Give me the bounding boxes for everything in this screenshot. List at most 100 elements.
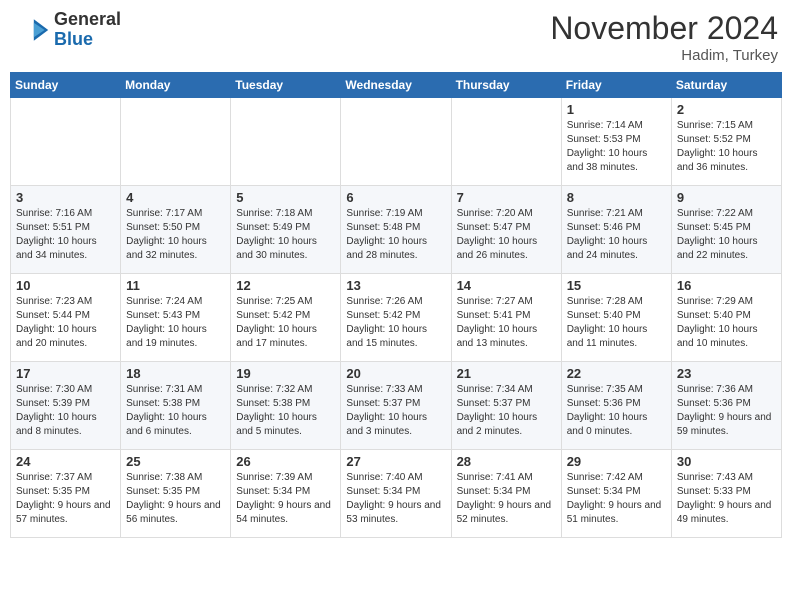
day-info: Sunrise: 7:22 AM Sunset: 5:45 PM Dayligh… bbox=[677, 207, 776, 263]
day-number: 20 bbox=[346, 366, 445, 381]
calendar-cell: 22Sunrise: 7:35 AM Sunset: 5:36 PM Dayli… bbox=[561, 362, 671, 450]
day-number: 25 bbox=[126, 454, 225, 469]
weekday-header-row: SundayMondayTuesdayWednesdayThursdayFrid… bbox=[11, 73, 782, 98]
day-info: Sunrise: 7:30 AM Sunset: 5:39 PM Dayligh… bbox=[16, 383, 115, 439]
day-info: Sunrise: 7:36 AM Sunset: 5:36 PM Dayligh… bbox=[677, 383, 776, 439]
day-number: 13 bbox=[346, 278, 445, 293]
calendar-cell: 3Sunrise: 7:16 AM Sunset: 5:51 PM Daylig… bbox=[11, 186, 121, 274]
calendar-cell bbox=[231, 98, 341, 186]
calendar-cell: 19 Sunrise: 7:32 AM Sunset: 5:38 PM Dayli… bbox=[231, 362, 341, 450]
calendar-cell: 2 Sunrise: 7:15 AM Sunset: 5:52 PM Daylig… bbox=[671, 98, 781, 186]
calendar-cell: 18 Sunrise: 7:31 AM Sunset: 5:38 PM Dayli… bbox=[121, 362, 231, 450]
weekday-header: Thursday bbox=[451, 73, 561, 98]
day-number: 22 bbox=[567, 366, 666, 381]
calendar-week-row: 1Sunrise: 7:14 AM Sunset: 5:53 PM Daylig… bbox=[11, 98, 782, 186]
calendar-cell bbox=[11, 98, 121, 186]
day-number: 6 bbox=[346, 190, 445, 205]
weekday-header: Wednesday bbox=[341, 73, 451, 98]
day-number: 4 bbox=[126, 190, 225, 205]
day-number: 26 bbox=[236, 454, 335, 469]
calendar-cell: 11 Sunrise: 7:24 AM Sunset: 5:43 PM Dayli… bbox=[121, 274, 231, 362]
calendar-cell: 28 Sunrise: 7:41 AM Sunset: 5:34 PM Dayli… bbox=[451, 450, 561, 538]
calendar-cell: 9 Sunrise: 7:22 AM Sunset: 5:45 PM Daylig… bbox=[671, 186, 781, 274]
day-info: Sunrise: 7:24 AM Sunset: 5:43 PM Dayligh… bbox=[126, 295, 225, 351]
day-info: Sunrise: 7:34 AM Sunset: 5:37 PM Dayligh… bbox=[457, 383, 556, 439]
day-info: Sunrise: 7:40 AM Sunset: 5:34 PM Dayligh… bbox=[346, 471, 445, 527]
calendar-cell: 14Sunrise: 7:27 AM Sunset: 5:41 PM Dayli… bbox=[451, 274, 561, 362]
day-number: 2 bbox=[677, 102, 776, 117]
calendar-cell: 13 Sunrise: 7:26 AM Sunset: 5:42 PM Dayli… bbox=[341, 274, 451, 362]
day-info: Sunrise: 7:32 AM Sunset: 5:38 PM Dayligh… bbox=[236, 383, 335, 439]
day-info: Sunrise: 7:18 AM Sunset: 5:49 PM Dayligh… bbox=[236, 207, 335, 263]
weekday-header: Sunday bbox=[11, 73, 121, 98]
weekday-header: Tuesday bbox=[231, 73, 341, 98]
calendar-cell: 7 Sunrise: 7:20 AM Sunset: 5:47 PM Daylig… bbox=[451, 186, 561, 274]
day-number: 19 bbox=[236, 366, 335, 381]
day-info: Sunrise: 7:42 AM Sunset: 5:34 PM Dayligh… bbox=[567, 471, 666, 527]
calendar-cell bbox=[451, 98, 561, 186]
calendar-cell bbox=[121, 98, 231, 186]
calendar-week-row: 24 Sunrise: 7:37 AM Sunset: 5:35 PM Dayli… bbox=[11, 450, 782, 538]
title-block: November 2024 Hadim, Turkey bbox=[550, 10, 778, 64]
calendar-cell: 23 Sunrise: 7:36 AM Sunset: 5:36 PM Dayli… bbox=[671, 362, 781, 450]
logo-icon bbox=[14, 12, 50, 48]
day-info: Sunrise: 7:25 AM Sunset: 5:42 PM Dayligh… bbox=[236, 295, 335, 351]
calendar-cell: 4 Sunrise: 7:17 AM Sunset: 5:50 PM Daylig… bbox=[121, 186, 231, 274]
day-number: 17 bbox=[16, 366, 115, 381]
month-title: November 2024 bbox=[550, 10, 778, 47]
calendar-cell: 20Sunrise: 7:33 AM Sunset: 5:37 PM Dayli… bbox=[341, 362, 451, 450]
day-info: Sunrise: 7:15 AM Sunset: 5:52 PM Dayligh… bbox=[677, 119, 776, 175]
calendar-cell: 1Sunrise: 7:14 AM Sunset: 5:53 PM Daylig… bbox=[561, 98, 671, 186]
calendar-cell: 25 Sunrise: 7:38 AM Sunset: 5:35 PM Dayli… bbox=[121, 450, 231, 538]
calendar-cell: 16 Sunrise: 7:29 AM Sunset: 5:40 PM Dayli… bbox=[671, 274, 781, 362]
calendar-week-row: 3Sunrise: 7:16 AM Sunset: 5:51 PM Daylig… bbox=[11, 186, 782, 274]
day-number: 15 bbox=[567, 278, 666, 293]
day-info: Sunrise: 7:41 AM Sunset: 5:34 PM Dayligh… bbox=[457, 471, 556, 527]
calendar-cell: 30 Sunrise: 7:43 AM Sunset: 5:33 PM Dayli… bbox=[671, 450, 781, 538]
day-number: 28 bbox=[457, 454, 556, 469]
day-number: 1 bbox=[567, 102, 666, 117]
day-info: Sunrise: 7:26 AM Sunset: 5:42 PM Dayligh… bbox=[346, 295, 445, 351]
day-info: Sunrise: 7:17 AM Sunset: 5:50 PM Dayligh… bbox=[126, 207, 225, 263]
weekday-header: Friday bbox=[561, 73, 671, 98]
calendar-cell: 26 Sunrise: 7:39 AM Sunset: 5:34 PM Dayli… bbox=[231, 450, 341, 538]
day-info: Sunrise: 7:23 AM Sunset: 5:44 PM Dayligh… bbox=[16, 295, 115, 351]
day-number: 14 bbox=[457, 278, 556, 293]
day-number: 7 bbox=[457, 190, 556, 205]
day-number: 29 bbox=[567, 454, 666, 469]
calendar-cell: 6Sunrise: 7:19 AM Sunset: 5:48 PM Daylig… bbox=[341, 186, 451, 274]
logo: General Blue bbox=[14, 10, 121, 50]
weekday-header: Monday bbox=[121, 73, 231, 98]
calendar-cell: 24 Sunrise: 7:37 AM Sunset: 5:35 PM Dayli… bbox=[11, 450, 121, 538]
day-number: 9 bbox=[677, 190, 776, 205]
calendar-cell: 15Sunrise: 7:28 AM Sunset: 5:40 PM Dayli… bbox=[561, 274, 671, 362]
day-number: 23 bbox=[677, 366, 776, 381]
day-number: 5 bbox=[236, 190, 335, 205]
calendar-cell bbox=[341, 98, 451, 186]
day-number: 24 bbox=[16, 454, 115, 469]
day-info: Sunrise: 7:20 AM Sunset: 5:47 PM Dayligh… bbox=[457, 207, 556, 263]
day-info: Sunrise: 7:43 AM Sunset: 5:33 PM Dayligh… bbox=[677, 471, 776, 527]
day-number: 18 bbox=[126, 366, 225, 381]
page-header: General Blue November 2024 Hadim, Turkey bbox=[10, 10, 782, 64]
calendar-cell: 17 Sunrise: 7:30 AM Sunset: 5:39 PM Dayli… bbox=[11, 362, 121, 450]
calendar-table: SundayMondayTuesdayWednesdayThursdayFrid… bbox=[10, 72, 782, 538]
calendar-week-row: 17 Sunrise: 7:30 AM Sunset: 5:39 PM Dayli… bbox=[11, 362, 782, 450]
logo-text: General Blue bbox=[54, 10, 121, 50]
location-subtitle: Hadim, Turkey bbox=[550, 47, 778, 64]
day-info: Sunrise: 7:37 AM Sunset: 5:35 PM Dayligh… bbox=[16, 471, 115, 527]
day-info: Sunrise: 7:39 AM Sunset: 5:34 PM Dayligh… bbox=[236, 471, 335, 527]
calendar-cell: 29 Sunrise: 7:42 AM Sunset: 5:34 PM Dayli… bbox=[561, 450, 671, 538]
day-info: Sunrise: 7:31 AM Sunset: 5:38 PM Dayligh… bbox=[126, 383, 225, 439]
day-info: Sunrise: 7:29 AM Sunset: 5:40 PM Dayligh… bbox=[677, 295, 776, 351]
calendar-cell: 21 Sunrise: 7:34 AM Sunset: 5:37 PM Dayli… bbox=[451, 362, 561, 450]
day-info: Sunrise: 7:21 AM Sunset: 5:46 PM Dayligh… bbox=[567, 207, 666, 263]
calendar-cell: 27Sunrise: 7:40 AM Sunset: 5:34 PM Dayli… bbox=[341, 450, 451, 538]
day-number: 21 bbox=[457, 366, 556, 381]
day-number: 8 bbox=[567, 190, 666, 205]
day-number: 30 bbox=[677, 454, 776, 469]
day-number: 11 bbox=[126, 278, 225, 293]
day-number: 3 bbox=[16, 190, 115, 205]
day-number: 16 bbox=[677, 278, 776, 293]
day-info: Sunrise: 7:38 AM Sunset: 5:35 PM Dayligh… bbox=[126, 471, 225, 527]
